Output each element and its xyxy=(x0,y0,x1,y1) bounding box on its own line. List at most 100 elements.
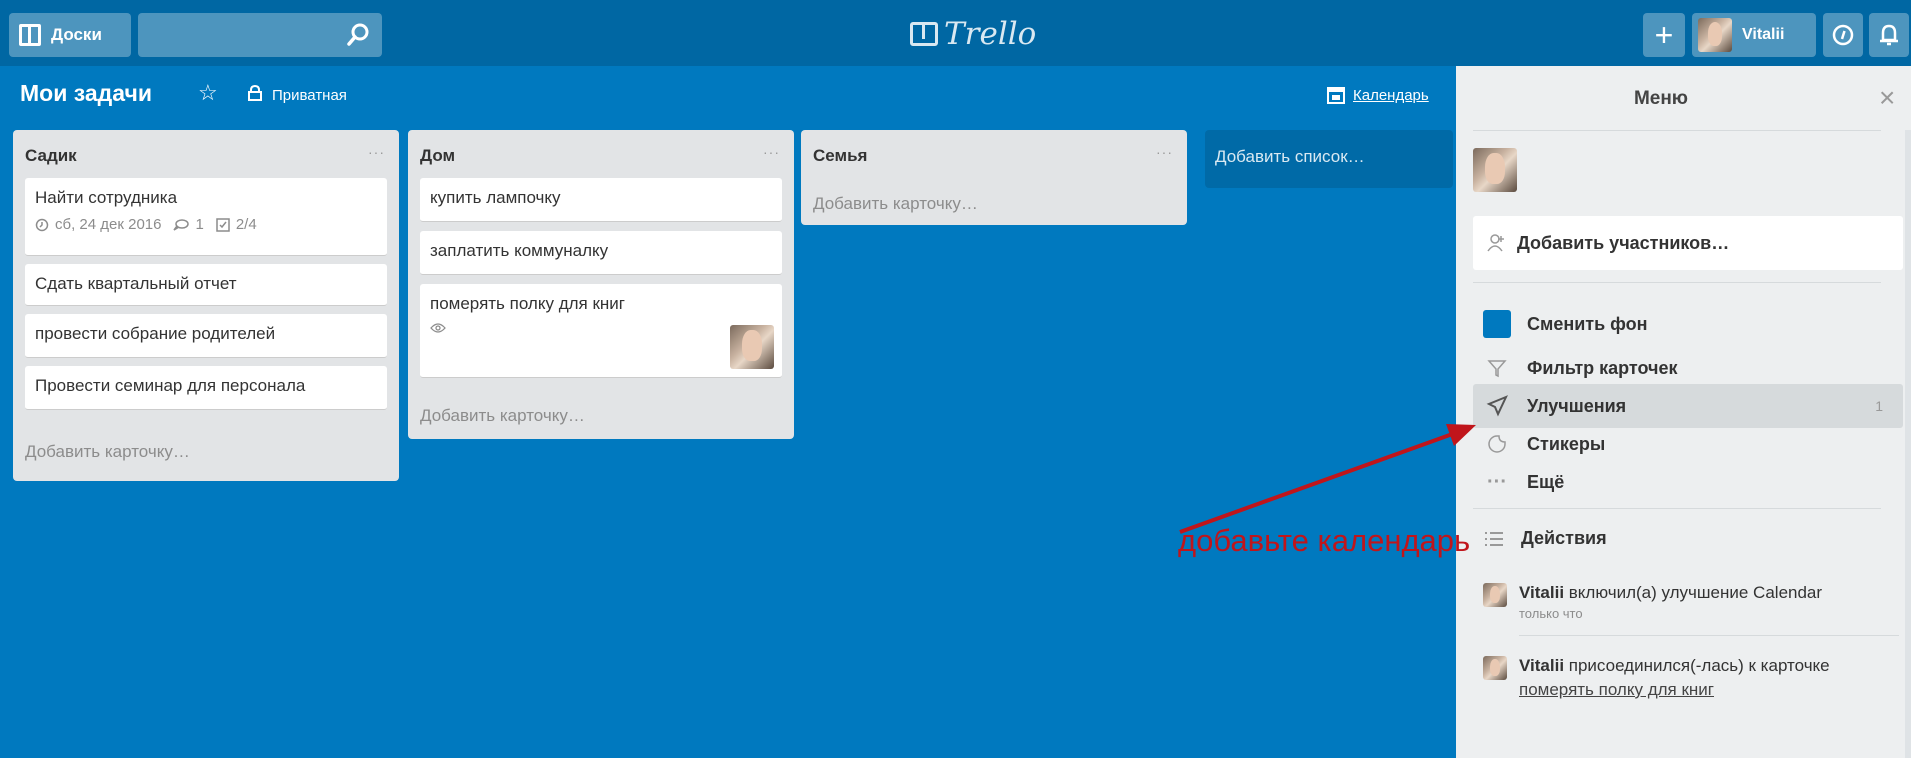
card[interactable]: заплатить коммуналку xyxy=(420,231,782,275)
checklist-icon xyxy=(216,217,230,232)
comments-count: 1 xyxy=(195,216,204,233)
activity-avatar[interactable] xyxy=(1483,583,1507,607)
card-title: провести собрание родителей xyxy=(35,324,276,343)
card[interactable]: Сдать квартальный отчет xyxy=(25,264,387,306)
visibility-button[interactable]: Приватная xyxy=(272,87,347,104)
add-card-button[interactable]: Добавить карточку… xyxy=(25,442,190,462)
activity-avatar[interactable] xyxy=(1483,656,1507,680)
activity-action: включил(а) улучшение Calendar xyxy=(1564,583,1823,602)
lock-icon xyxy=(248,85,262,101)
activity-item: Vitalii присоединился(-лась) к карточке … xyxy=(1483,654,1903,702)
card-badges xyxy=(430,322,772,334)
user-menu-button[interactable]: Vitalii xyxy=(1692,13,1816,57)
card-title: заплатить коммуналку xyxy=(430,241,609,260)
list-dom: Дом ··· купить лампочку заплатить коммун… xyxy=(408,130,794,439)
card[interactable]: померять полку для книг xyxy=(420,284,782,378)
list-title[interactable]: Дом xyxy=(420,146,455,166)
annotation-text: добавьте календарь xyxy=(1178,523,1471,558)
activity-text: Vitalii включил(а) улучшение Calendar xyxy=(1519,581,1822,605)
list-menu-icon[interactable]: ··· xyxy=(1156,144,1173,160)
menu-item-label: Сменить фон xyxy=(1527,313,1648,334)
activity-card-link[interactable]: померять полку для книг xyxy=(1519,678,1830,702)
plus-icon: + xyxy=(1654,16,1674,53)
change-background-item[interactable]: Сменить фон xyxy=(1473,302,1903,346)
boards-icon xyxy=(19,24,41,46)
menu-item-label: Фильтр карточек xyxy=(1527,357,1678,378)
menu-item-label: Улучшения xyxy=(1527,395,1627,416)
menu-title: Меню xyxy=(1633,88,1689,109)
due-date-badge: сб, 24 дек 2016 xyxy=(35,216,161,233)
card-badges: сб, 24 дек 2016 1 2/4 xyxy=(35,216,377,233)
menu-scrollbar[interactable] xyxy=(1905,130,1911,758)
card[interactable]: Найти сотрудника сб, 24 дек 2016 1 2/4 xyxy=(25,178,387,256)
trello-logo[interactable]: Trello xyxy=(910,16,1036,52)
search-icon[interactable] xyxy=(346,22,370,48)
card[interactable]: купить лампочку xyxy=(420,178,782,222)
comment-icon xyxy=(173,218,190,231)
activity-user[interactable]: Vitalii xyxy=(1519,656,1564,675)
top-header: Доски Trello + Vitalii xyxy=(0,0,1911,66)
more-icon: ··· xyxy=(1487,470,1507,493)
card-title: померять полку для книг xyxy=(430,294,625,313)
card[interactable]: Провести семинар для персонала xyxy=(25,366,387,410)
board-menu: Меню × Добавить участников… Сменить фон … xyxy=(1456,66,1911,758)
trello-logo-icon xyxy=(910,22,938,46)
create-button[interactable]: + xyxy=(1643,13,1685,57)
add-card-button[interactable]: Добавить карточку… xyxy=(813,194,978,214)
add-list-button[interactable]: Добавить список… xyxy=(1205,130,1453,188)
list-title[interactable]: Садик xyxy=(25,146,77,166)
activity-header: Действия xyxy=(1483,528,1607,549)
activity-text: Vitalii присоединился(-лась) к карточке xyxy=(1519,654,1830,678)
activity-time: только что xyxy=(1519,606,1583,621)
info-button[interactable] xyxy=(1823,13,1863,57)
divider xyxy=(1519,635,1899,636)
power-ups-count: 1 xyxy=(1875,398,1883,414)
add-card-button[interactable]: Добавить карточку… xyxy=(420,406,585,426)
list-menu-icon[interactable]: ··· xyxy=(368,144,385,160)
add-user-icon xyxy=(1487,234,1504,252)
comments-badge: 1 xyxy=(173,216,204,233)
boards-label: Доски xyxy=(51,25,102,44)
card-member-avatar[interactable] xyxy=(730,325,774,369)
search-input[interactable] xyxy=(138,13,382,57)
bell-icon xyxy=(1880,24,1898,46)
more-item[interactable]: ··· Ещё xyxy=(1473,460,1903,504)
activity-icon xyxy=(1485,531,1503,546)
avatar xyxy=(1698,18,1732,52)
list-sadik: Садик ··· Найти сотрудника сб, 24 дек 20… xyxy=(13,130,399,481)
calendar-link[interactable]: Календарь xyxy=(1353,87,1429,104)
menu-item-label: Стикеры xyxy=(1527,433,1606,454)
eye-icon xyxy=(430,323,446,333)
menu-item-label: Ещё xyxy=(1527,471,1565,492)
logo-text: Trello xyxy=(944,16,1037,52)
board-title[interactable]: Мои задачи xyxy=(20,80,152,107)
add-members-label: Добавить участников… xyxy=(1517,232,1730,253)
checklist-badge: 2/4 xyxy=(216,216,257,233)
activity-action: присоединился(-лась) к карточке xyxy=(1564,656,1830,675)
checklist-count: 2/4 xyxy=(235,216,257,233)
divider xyxy=(1473,508,1881,509)
clock-icon xyxy=(35,218,49,231)
add-members-button[interactable]: Добавить участников… xyxy=(1473,216,1903,270)
star-icon[interactable]: ☆ xyxy=(198,80,218,106)
list-title[interactable]: Семья xyxy=(813,146,867,166)
divider xyxy=(1473,130,1881,131)
activity-title: Действия xyxy=(1521,528,1607,548)
info-icon xyxy=(1832,24,1854,46)
rocket-icon xyxy=(1483,392,1511,420)
close-icon[interactable]: × xyxy=(1879,82,1895,114)
sticker-icon xyxy=(1483,430,1511,458)
user-name: Vitalii xyxy=(1742,26,1785,43)
card[interactable]: провести собрание родителей xyxy=(25,314,387,358)
member-avatar[interactable] xyxy=(1473,148,1517,192)
background-swatch xyxy=(1483,310,1511,338)
card-title: Найти сотрудника xyxy=(35,188,178,207)
activity-user[interactable]: Vitalii xyxy=(1519,583,1564,602)
boards-button[interactable]: Доски xyxy=(9,13,131,57)
card-title: Провести семинар для персонала xyxy=(35,376,306,395)
notifications-button[interactable] xyxy=(1869,13,1909,57)
list-menu-icon[interactable]: ··· xyxy=(763,144,780,160)
divider xyxy=(1473,282,1881,283)
list-semya: Семья ··· Добавить карточку… xyxy=(801,130,1187,225)
calendar-icon xyxy=(1327,87,1345,104)
